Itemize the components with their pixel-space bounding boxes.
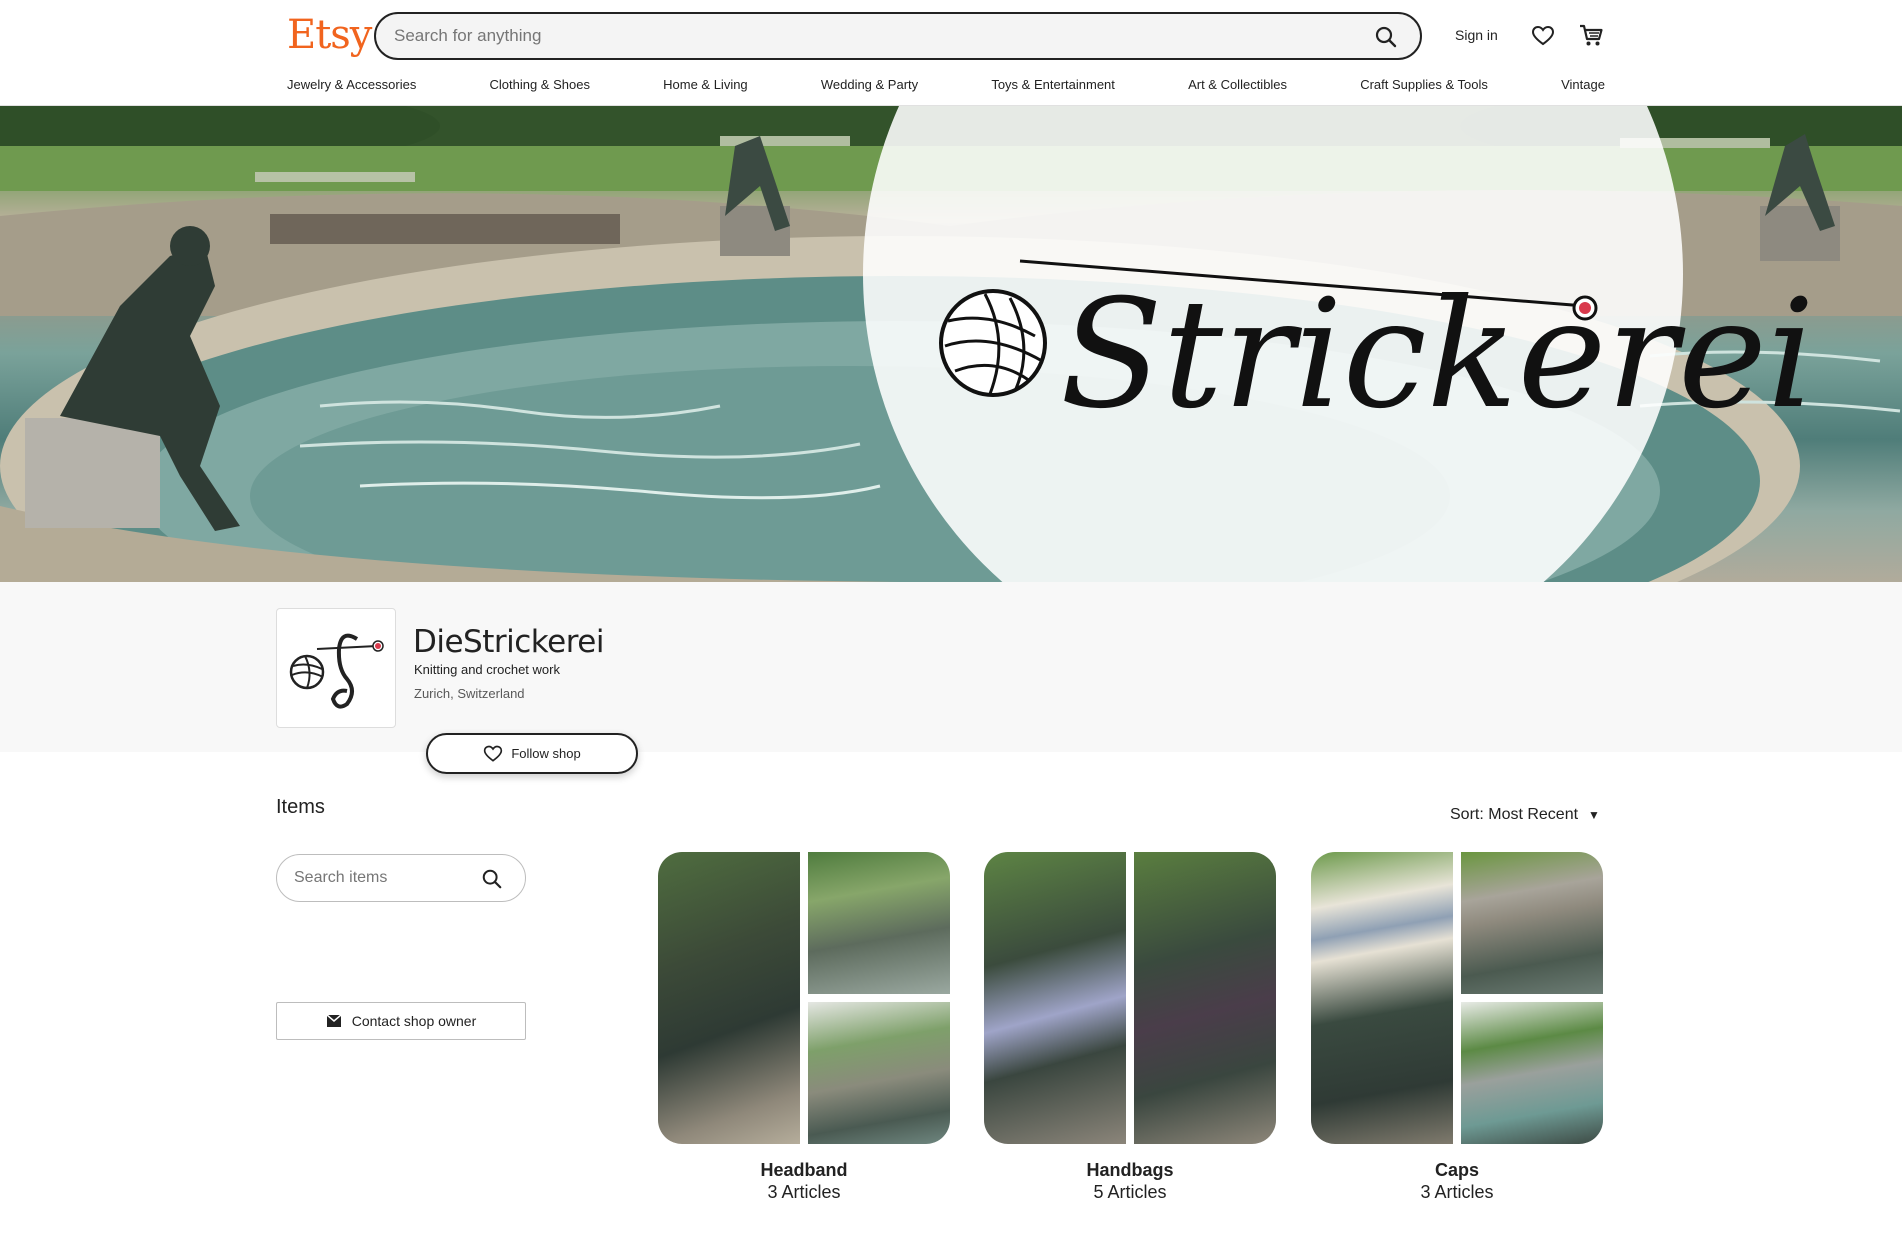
- category-link[interactable]: Vintage: [1561, 77, 1605, 97]
- section-photo: [808, 1002, 950, 1144]
- search-icon[interactable]: [481, 868, 503, 890]
- category-link[interactable]: Jewelry & Accessories: [287, 77, 416, 97]
- cart-icon[interactable]: [1578, 22, 1604, 48]
- item-search-input[interactable]: [294, 855, 474, 901]
- section-card-caps[interactable]: [1311, 852, 1603, 1144]
- section-photo: [1461, 852, 1603, 994]
- section-photo: [1461, 1002, 1603, 1144]
- category-link[interactable]: Home & Living: [663, 77, 748, 97]
- section-photo: [1311, 852, 1453, 1144]
- sort-label: Sort: Most Recent: [1450, 806, 1579, 823]
- section-count: 3 Articles: [1420, 1182, 1494, 1202]
- follow-shop-label: Follow shop: [511, 746, 581, 761]
- sort-dropdown[interactable]: Sort: Most Recent ▼: [1450, 806, 1600, 824]
- category-link[interactable]: Toys & Entertainment: [991, 77, 1115, 97]
- category-link[interactable]: Craft Supplies & Tools: [1360, 77, 1488, 97]
- category-nav: Jewelry & Accessories Clothing & Shoes H…: [287, 77, 1605, 97]
- category-link[interactable]: Wedding & Party: [821, 77, 918, 97]
- search-icon[interactable]: [1374, 25, 1398, 49]
- section-name[interactable]: Handbags: [984, 1160, 1276, 1181]
- category-link[interactable]: Art & Collectibles: [1188, 77, 1287, 97]
- banner-photo: Strickerei: [0, 106, 1902, 582]
- shop-avatar[interactable]: [276, 608, 396, 728]
- follow-shop-button[interactable]: Follow shop: [426, 733, 638, 774]
- contact-shop-owner-label: Contact shop owner: [351, 1013, 477, 1029]
- yarn-ball-icon: [939, 289, 1047, 397]
- section-name[interactable]: Caps: [1311, 1160, 1603, 1181]
- section-count: 5 Articles: [1093, 1182, 1167, 1202]
- section-photo: [658, 852, 800, 1144]
- section-count: 3 Articles: [767, 1182, 841, 1202]
- shop-tagline: Knitting and crochet work: [414, 662, 560, 677]
- section-name[interactable]: Headband: [658, 1160, 950, 1181]
- sign-in-link[interactable]: Sign in: [1455, 27, 1498, 43]
- section-photo: [1134, 852, 1276, 1144]
- shop-item-search[interactable]: [276, 854, 526, 902]
- section-card-headband[interactable]: [658, 852, 950, 1144]
- etsy-logo[interactable]: Etsy: [287, 12, 372, 58]
- section-card-handbags[interactable]: [984, 852, 1276, 1144]
- shop-name: DieStrickerei: [413, 624, 604, 660]
- site-header: Etsy Sign in Jewelry & Accessories Cloth…: [0, 0, 1902, 106]
- global-search-input[interactable]: [394, 14, 1294, 58]
- global-search-bar[interactable]: [374, 12, 1422, 60]
- contact-shop-owner-button[interactable]: Contact shop owner: [276, 1002, 526, 1040]
- favorites-heart-icon[interactable]: [1531, 24, 1555, 48]
- heart-icon: [484, 745, 503, 762]
- shop-banner: Strickerei: [0, 106, 1902, 582]
- mail-icon: [326, 1014, 342, 1027]
- shop-logo-icon: [289, 633, 384, 709]
- category-link[interactable]: Clothing & Shoes: [490, 77, 590, 97]
- shop-location: Zurich, Switzerland: [414, 686, 525, 701]
- caret-down-icon: ▼: [1588, 808, 1600, 822]
- section-photo: [808, 852, 950, 994]
- section-photo: [984, 852, 1126, 1144]
- banner-shop-logo-text: Strickerei: [1060, 268, 1815, 442]
- items-heading: Items: [276, 796, 325, 818]
